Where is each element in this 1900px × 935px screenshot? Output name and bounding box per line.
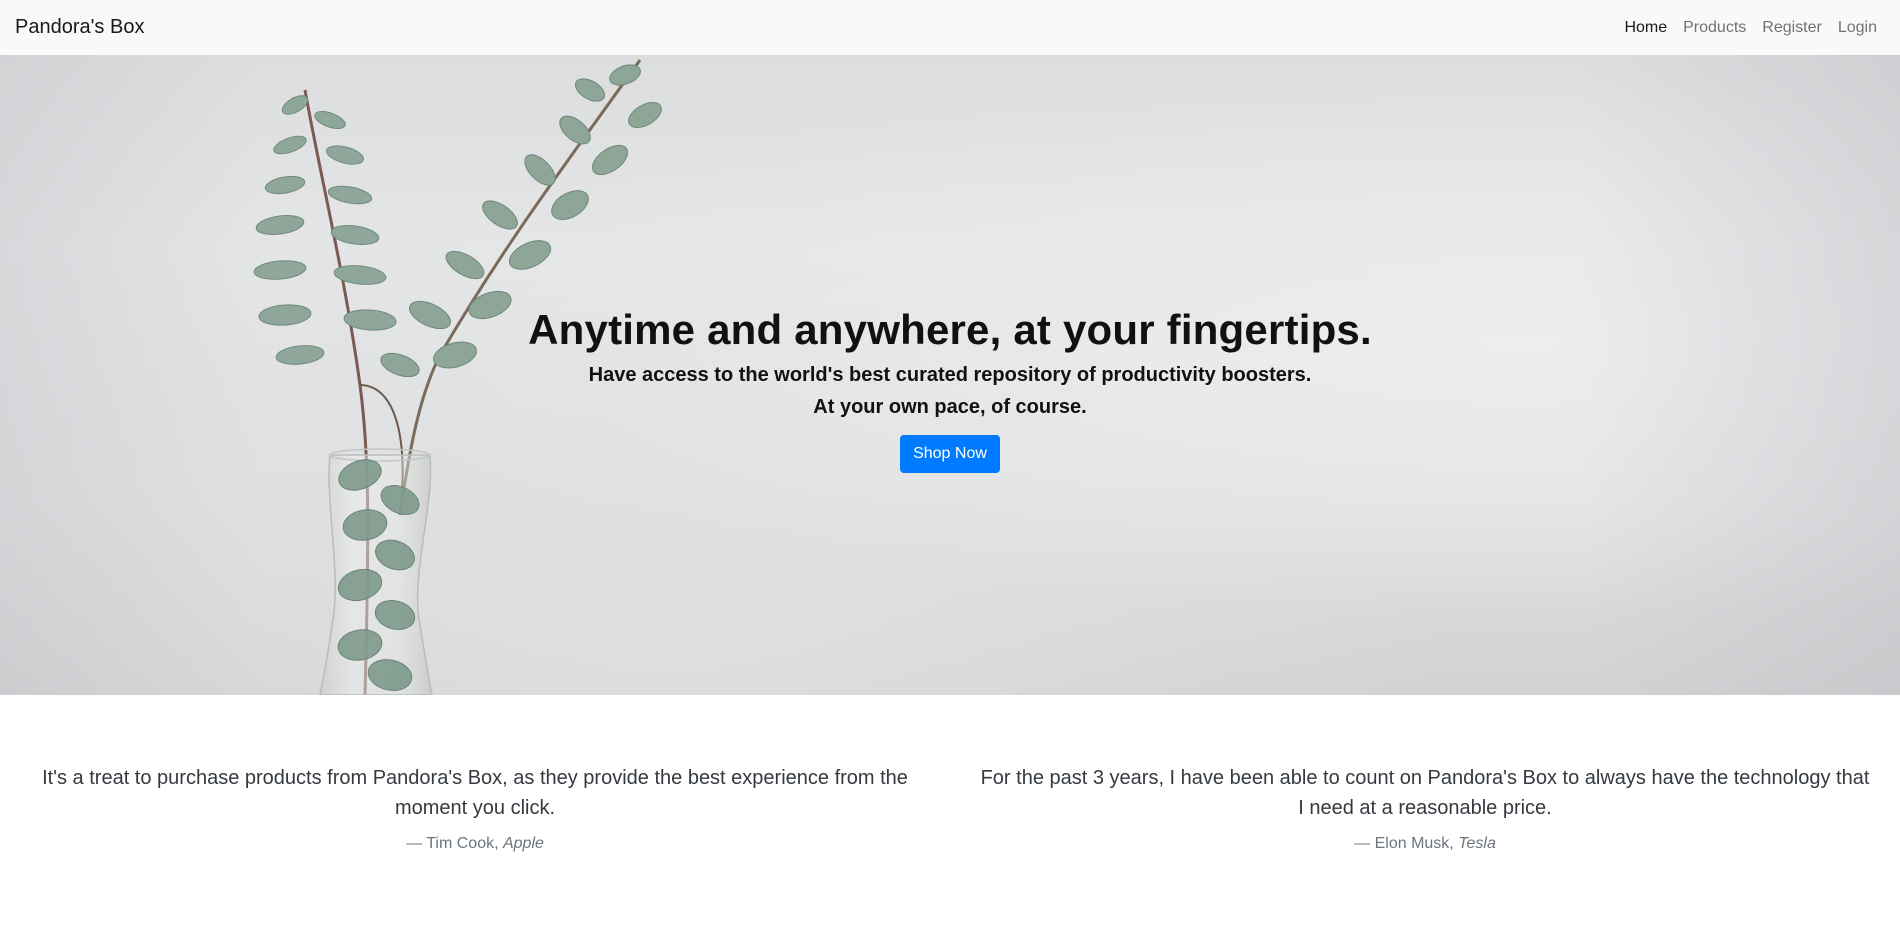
hero-banner: Anytime and anywhere, at your fingertips… [0,55,1900,695]
hero-subtitle-line1: Have access to the world's best curated … [588,364,1312,387]
testimonial-company: Tesla [1458,835,1496,852]
testimonial-quote: For the past 3 years, I have been able t… [980,767,1870,819]
testimonial-author: — Elon Musk, Tesla [1354,835,1496,852]
nav-link-login[interactable]: Login [1830,11,1885,45]
brand-link[interactable]: Pandora's Box [15,16,144,39]
hero-subtitle: Have access to the world's best curated … [0,359,1900,423]
testimonial-item: It's a treat to purchase products from P… [0,695,950,935]
nav-link-register[interactable]: Register [1754,11,1830,45]
nav-link-home[interactable]: Home [1616,11,1675,45]
testimonial-quote: It's a treat to purchase products from P… [42,767,908,819]
hero-title: Anytime and anywhere, at your fingertips… [528,306,1372,353]
testimonials: It's a treat to purchase products from P… [0,695,1900,935]
shop-now-button[interactable]: Shop Now [900,435,1000,474]
hero-content: Anytime and anywhere, at your fingertips… [0,305,1900,474]
nav-link-products[interactable]: Products [1675,11,1754,45]
nav-links: Home Products Register Login [1616,11,1885,45]
navbar: Pandora's Box Home Products Register Log… [0,0,1900,55]
testimonial-company: Apple [502,835,544,852]
testimonial-item: For the past 3 years, I have been able t… [950,695,1900,935]
hero-subtitle-line2: At your own pace, of course. [813,396,1087,419]
testimonial-author: — Tim Cook, Apple [406,835,544,852]
